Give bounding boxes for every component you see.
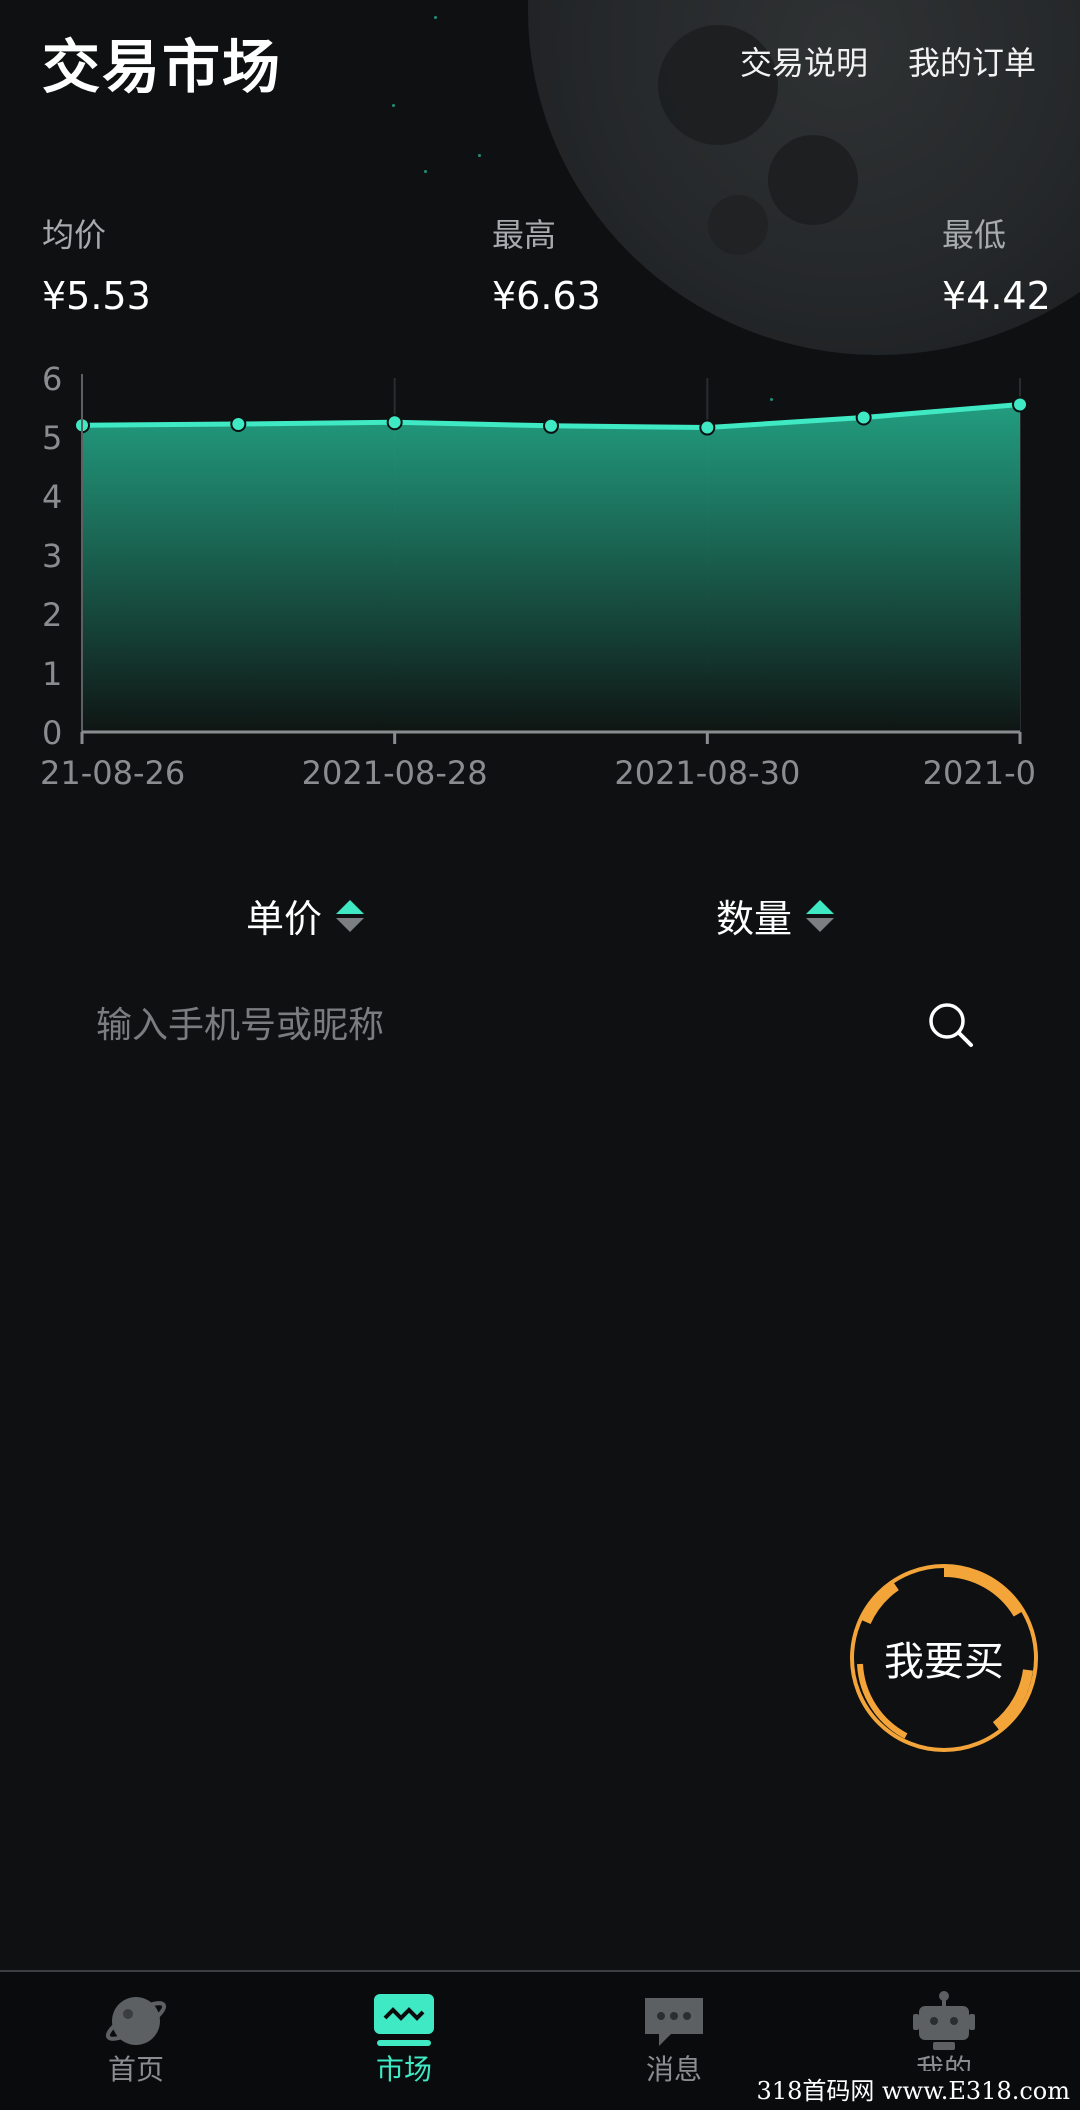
my-orders-link[interactable]: 我的订单 [908, 38, 1036, 84]
sort-by-price-button[interactable]: 单价 [246, 888, 365, 943]
sort-ascending-icon [336, 899, 365, 914]
data-point[interactable] [1012, 396, 1028, 413]
y-tick-label: 1 [42, 655, 62, 693]
y-tick-label: 6 [42, 360, 62, 398]
search-bar [96, 990, 986, 1060]
x-tick-label: 2021-0 [923, 754, 1036, 792]
buy-button-label: 我要买 [884, 1639, 1004, 1685]
message-icon [645, 1998, 703, 2046]
stat-label: 均价 [42, 216, 107, 254]
area-fill [82, 404, 1020, 732]
stat-value: ¥4.42 [942, 274, 1051, 318]
search-input[interactable] [96, 1004, 876, 1046]
crater [768, 135, 858, 225]
stat-highest: 最高 ¥6.63 [492, 210, 601, 318]
x-tick-label: 21-08-26 [40, 754, 185, 792]
y-tick-label: 2 [42, 596, 62, 634]
data-point[interactable] [386, 414, 403, 431]
sort-toggle-icon [336, 899, 365, 932]
market-icon [374, 1994, 434, 2046]
sort-descending-icon [336, 917, 365, 932]
tab-market[interactable]: 市场 [334, 1990, 474, 2088]
y-tick-label: 3 [42, 537, 62, 575]
tab-label: 消息 [645, 2053, 702, 2086]
stat-value: ¥5.53 [42, 274, 151, 318]
sort-descending-icon [806, 917, 835, 932]
y-tick-label: 4 [42, 478, 62, 516]
x-tick-label: 2021-08-28 [302, 754, 488, 792]
tab-label: 首页 [107, 2053, 164, 2086]
data-point[interactable] [543, 417, 559, 434]
sort-bar: 单价 数量 [0, 888, 1080, 944]
stat-lowest: 最低 ¥4.42 [942, 210, 1051, 318]
star-decoration [478, 154, 481, 157]
crater [708, 195, 768, 255]
stat-average: 均价 ¥5.53 [42, 210, 151, 318]
y-tick-label: 0 [42, 714, 62, 752]
data-point[interactable] [230, 416, 247, 433]
data-point[interactable] [855, 409, 872, 426]
search-icon[interactable] [926, 1000, 976, 1050]
trade-instructions-link[interactable]: 交易说明 [740, 38, 868, 84]
sort-toggle-icon [806, 899, 835, 932]
buy-button[interactable]: 我要买 [846, 1560, 1042, 1756]
page-title: 交易市场 [42, 33, 283, 101]
y-tick-label: 5 [42, 419, 62, 457]
sort-quantity-label: 数量 [716, 897, 793, 941]
star-decoration [424, 170, 427, 173]
price-trend-chart: 0 1 2 3 4 5 6 21-08-26 2021-08-28 2021-08-30 2021-… [40, 360, 1036, 792]
stat-label: 最低 [942, 216, 1007, 254]
header: 交易市场 交易说明 我的订单 [0, 0, 1080, 120]
stat-label: 最高 [492, 216, 557, 254]
page: 交易市场 交易说明 我的订单 均价 ¥5.53 最高 ¥6.63 最低 ¥4.4… [0, 0, 1080, 2110]
stat-value: ¥6.63 [492, 274, 601, 318]
planet-icon [105, 1997, 167, 2045]
tab-messages[interactable]: 消息 [604, 1990, 744, 2088]
sort-price-label: 单价 [246, 897, 323, 941]
robot-icon [913, 1991, 975, 2050]
x-tick-label: 2021-08-30 [614, 754, 800, 792]
tab-home[interactable]: 首页 [66, 1990, 206, 2088]
sort-ascending-icon [806, 899, 835, 914]
data-point[interactable] [699, 419, 716, 436]
watermark: 318首码网 www.E318.com [752, 2071, 1074, 2106]
tab-label: 市场 [375, 2053, 432, 2086]
sort-by-quantity-button[interactable]: 数量 [716, 888, 835, 943]
